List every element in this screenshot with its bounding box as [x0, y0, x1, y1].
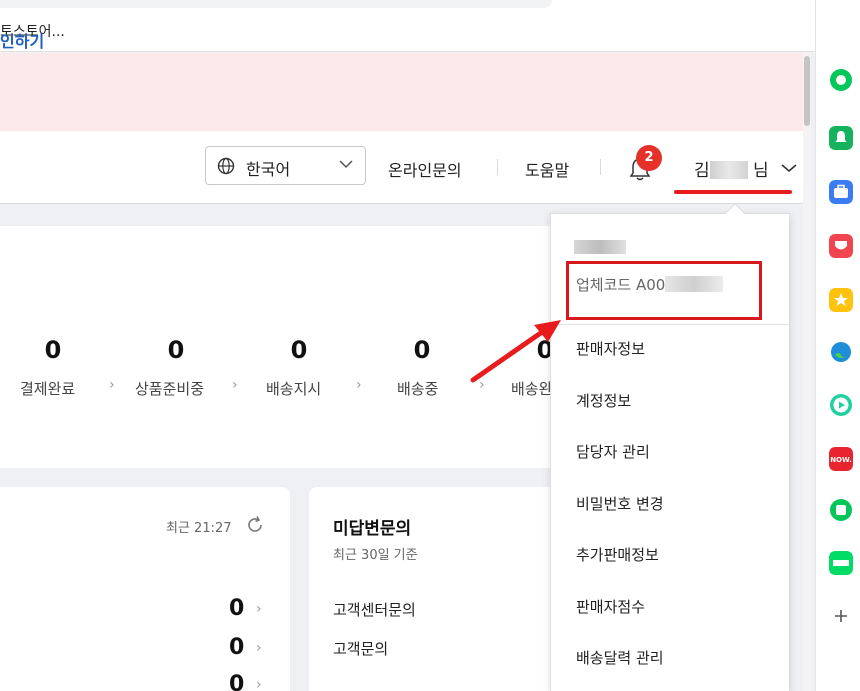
menu-item-seller-info[interactable]: 판매자정보 [576, 338, 645, 359]
chevron-right-icon: › [232, 377, 238, 393]
chevron-down-icon[interactable] [781, 163, 797, 173]
header-divider [497, 159, 498, 175]
inquiry-item[interactable]: 고객문의 [333, 638, 388, 659]
notice-banner [0, 53, 810, 131]
redacted-seller-name [574, 240, 626, 254]
scrollbar-thumb[interactable] [804, 56, 810, 126]
play-app-icon[interactable] [829, 393, 853, 417]
status-count[interactable]: 0 [146, 336, 206, 364]
language-label: 한국어 [246, 160, 291, 179]
status-label: 배송지시 [266, 380, 322, 398]
menu-item-account-info[interactable]: 계정정보 [576, 390, 631, 411]
now-app-icon[interactable]: NOW. [829, 447, 853, 471]
highlight-underline [674, 190, 792, 194]
help-link[interactable]: 도움말 [525, 157, 569, 181]
chevron-right-icon: › [256, 601, 262, 617]
banner-link[interactable]: 인하기 [0, 28, 44, 52]
browser-bar [0, 0, 815, 52]
chevron-down-icon [339, 160, 353, 169]
card-count[interactable]: 0 [229, 672, 244, 691]
status-label: 상품준비중 [135, 380, 205, 398]
inquiry-item[interactable]: 고객센터문의 [333, 599, 416, 620]
redacted-code [665, 276, 724, 292]
edge-browser-icon[interactable] [829, 340, 853, 364]
vendor-code: 업체코드 A00 [576, 274, 724, 295]
menu-item-delivery-calendar[interactable]: 배송달력 관리 [576, 647, 664, 668]
scrollbar[interactable] [803, 53, 811, 691]
menu-item-password[interactable]: 비밀번호 변경 [576, 493, 664, 514]
green-square-app-icon[interactable] [829, 498, 853, 522]
pocket-app-icon[interactable] [829, 234, 853, 258]
vendor-code-text: 업체코드 A00 [576, 276, 666, 294]
address-field[interactable] [0, 0, 552, 8]
redacted-name [709, 161, 748, 179]
chevron-right-icon: › [256, 677, 262, 691]
notification-badge: 2 [636, 145, 662, 171]
bell-app-icon[interactable] [829, 126, 853, 150]
status-label: 결제완료 [20, 380, 76, 398]
briefcase-app-icon[interactable] [829, 180, 853, 204]
status-count[interactable]: 0 [269, 336, 329, 364]
online-inquiry-link[interactable]: 온라인문의 [388, 157, 462, 181]
refresh-icon[interactable] [245, 515, 265, 535]
menu-item-manager[interactable]: 담당자 관리 [576, 441, 650, 462]
card-count[interactable]: 0 [229, 635, 244, 660]
menu-item-seller-score[interactable]: 판매자점수 [576, 596, 645, 617]
globe-icon [217, 157, 235, 175]
chevron-right-icon: › [479, 377, 485, 393]
menu-item-extra-info[interactable]: 추가판매정보 [576, 544, 659, 565]
chevron-right-icon: › [109, 377, 115, 393]
user-name-initial: 김 [694, 161, 710, 181]
user-honorific: 님 [753, 161, 769, 181]
header-divider [600, 159, 601, 175]
chevron-right-icon: › [256, 640, 262, 656]
star-app-icon[interactable] [829, 288, 853, 312]
status-count[interactable]: 0 [23, 336, 83, 364]
last-updated: 최근 21:27 [166, 521, 232, 536]
status-label: 배송중 [397, 380, 439, 398]
card-subtitle: 최근 30일 기준 [333, 548, 418, 563]
svg-text:NOW.: NOW. [830, 456, 852, 464]
status-label: 배송완 [511, 380, 553, 398]
chevron-right-icon: › [356, 377, 362, 393]
status-count[interactable]: 0 [392, 336, 452, 364]
card-count[interactable]: 0 [229, 596, 244, 621]
card-title: 미답변문의 [333, 519, 412, 539]
menu-divider [551, 324, 789, 325]
language-select[interactable]: 한국어 [205, 146, 366, 185]
plus-icon[interactable] [829, 604, 853, 628]
green-circle-app-icon[interactable] [829, 68, 853, 92]
user-menu[interactable]: 김 님 [694, 156, 769, 181]
webtoon-app-icon[interactable] [829, 551, 853, 575]
